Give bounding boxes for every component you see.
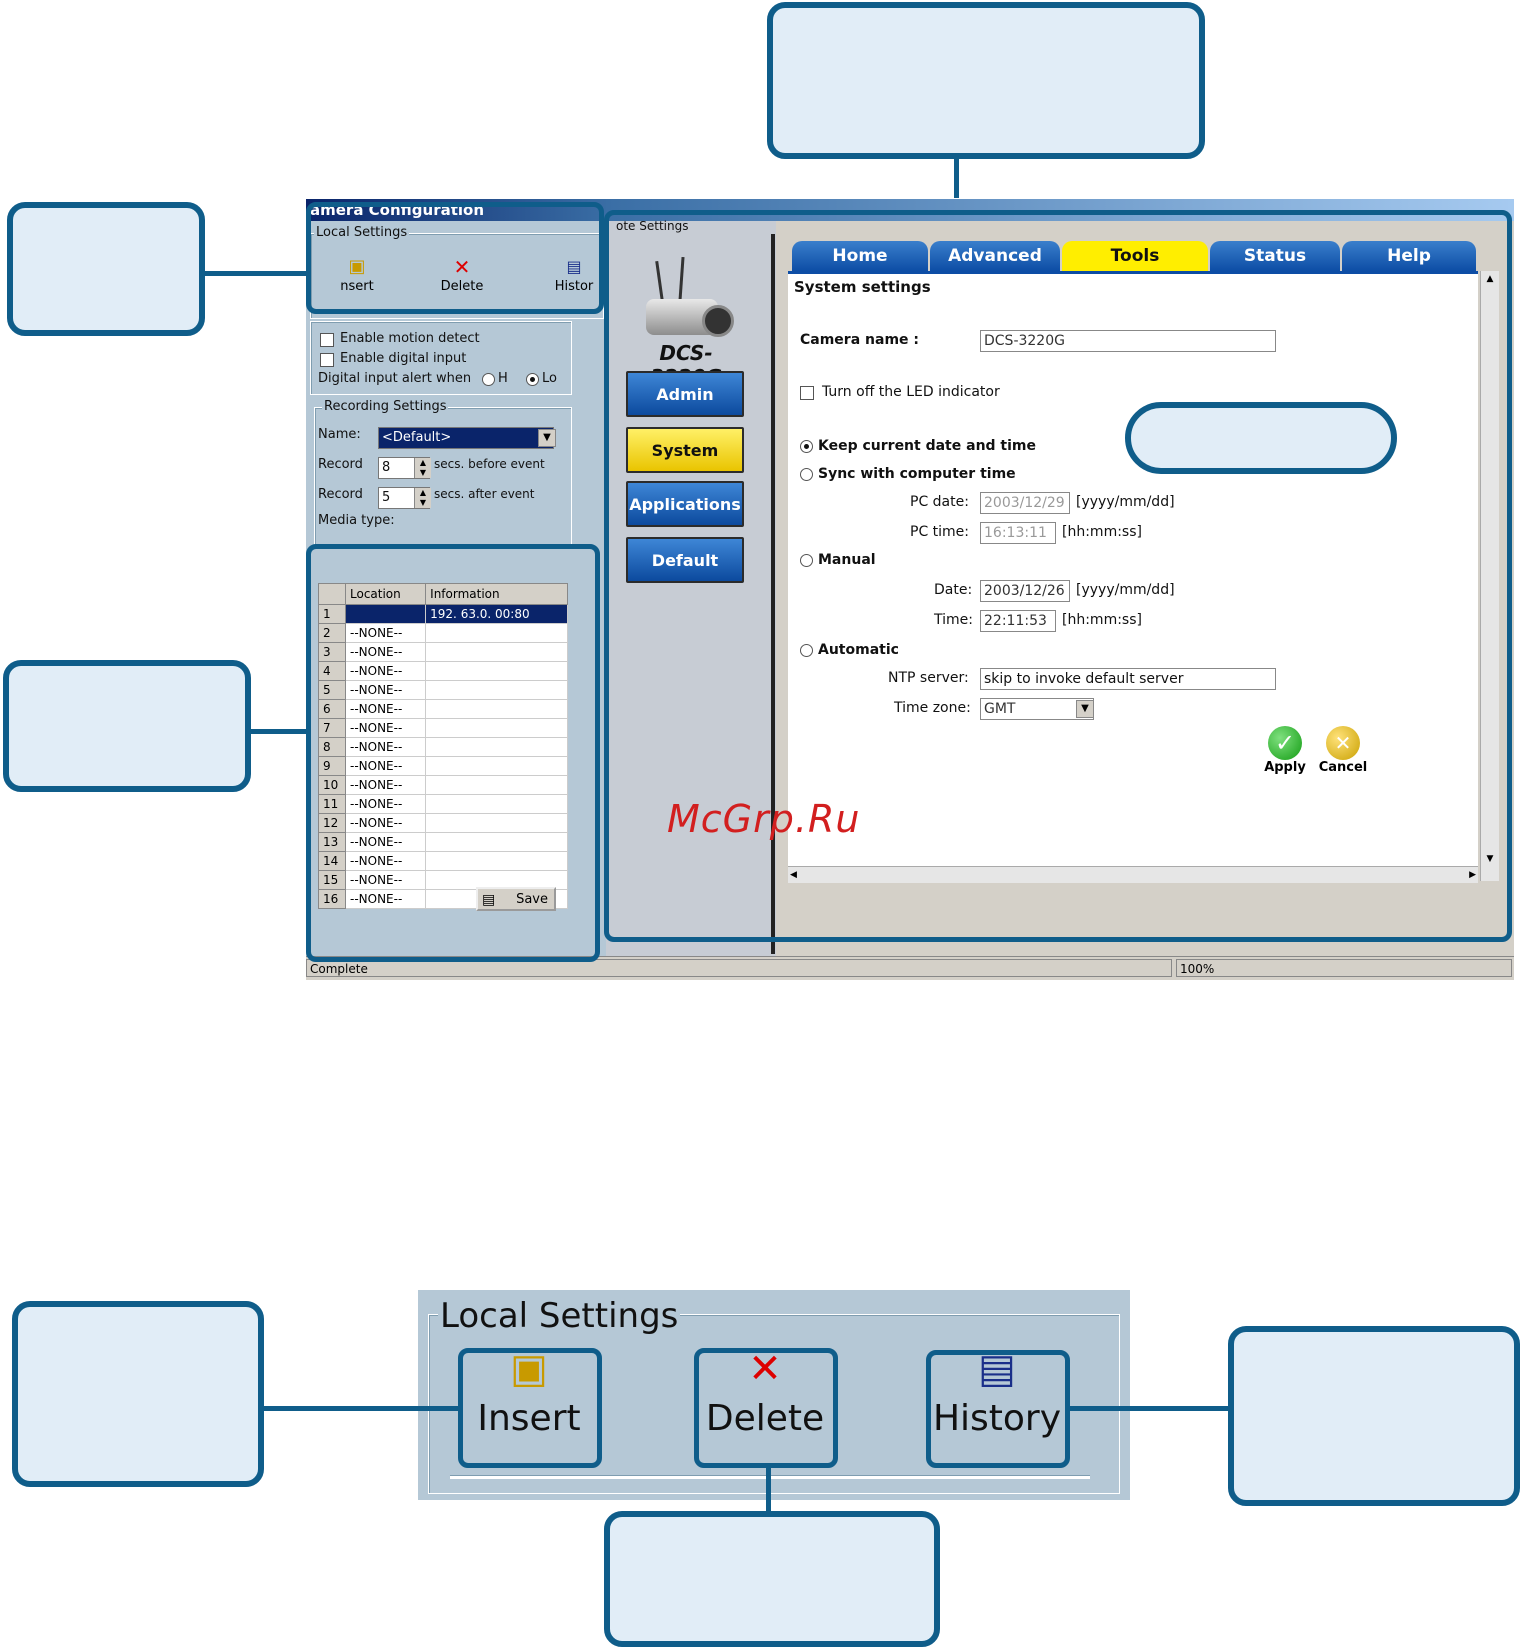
- connector-insert: [262, 1406, 460, 1411]
- record-before-text: secs. before event: [434, 457, 545, 471]
- recording-name-label: Name:: [318, 427, 361, 442]
- status-zoom: 100%: [1176, 959, 1512, 977]
- connector-delete: [766, 1466, 771, 1514]
- watermark: McGrp.Ru: [667, 797, 861, 841]
- highlight-insert: [458, 1348, 602, 1468]
- enable-motion-label: Enable motion detect: [340, 331, 480, 346]
- callout-local-settings: [7, 202, 205, 336]
- connector-remote-settings: [954, 158, 959, 198]
- alert-high-radio[interactable]: [482, 373, 495, 386]
- record-before-spinner-icon[interactable]: ▲ ▼: [414, 458, 431, 478]
- callout-system-settings: [1125, 402, 1397, 474]
- enable-digital-checkbox[interactable]: [320, 353, 334, 367]
- highlight-location-list: [306, 544, 600, 962]
- enable-digital-label: Enable digital input: [340, 351, 467, 366]
- alert-low-label: Lo: [542, 371, 557, 386]
- callout-delete: [604, 1511, 940, 1647]
- record-after-spinner-icon[interactable]: ▲ ▼: [414, 488, 431, 508]
- highlight-history: [926, 1350, 1070, 1468]
- highlight-delete: [694, 1348, 838, 1468]
- enable-motion-checkbox[interactable]: [320, 333, 334, 347]
- connector-history: [1068, 1406, 1230, 1411]
- alert-high-label: H: [498, 371, 508, 386]
- connector-local-settings: [204, 271, 308, 276]
- record-before-label: Record: [318, 457, 363, 472]
- recording-name-dropdown-icon[interactable]: ▼: [538, 429, 556, 447]
- highlight-local-settings: [306, 202, 604, 314]
- callout-location-list: [3, 660, 251, 792]
- callout-remote-settings: [767, 2, 1205, 159]
- record-after-text: secs. after event: [434, 487, 535, 501]
- callout-history: [1228, 1326, 1520, 1506]
- media-type-label: Media type:: [318, 513, 395, 528]
- record-after-label: Record: [318, 487, 363, 502]
- alert-low-radio[interactable]: [526, 373, 539, 386]
- digital-alert-label: Digital input alert when: [318, 371, 472, 386]
- recording-name-select[interactable]: <Default>: [378, 427, 554, 449]
- callout-insert: [12, 1301, 264, 1487]
- zoom-local-settings-label: Local Settings: [438, 1296, 681, 1336]
- connector-location-list: [250, 729, 308, 734]
- recording-group-label: Recording Settings: [322, 399, 449, 414]
